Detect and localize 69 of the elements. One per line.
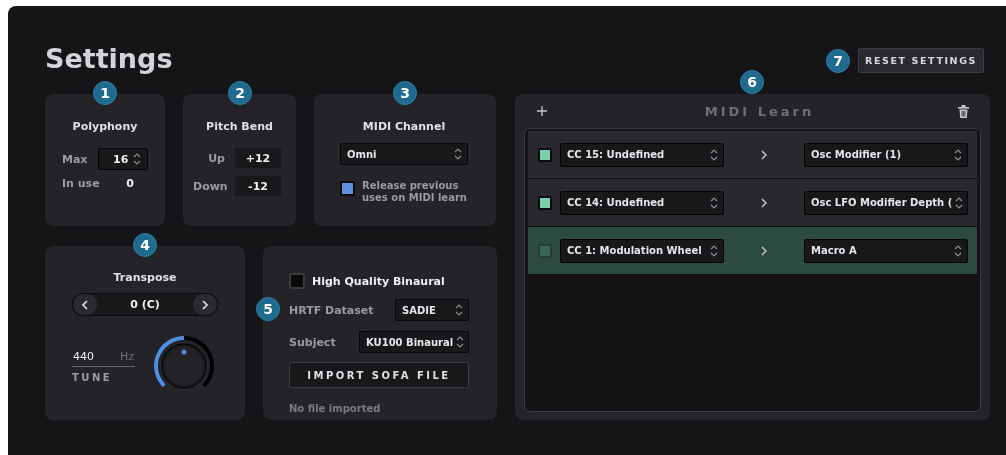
- tune-unit: Hz: [119, 350, 134, 363]
- panel-title: Transpose: [112, 271, 178, 284]
- updown-icon: [954, 148, 962, 161]
- bend-field[interactable]: -12: [235, 176, 281, 196]
- tune-value: 440: [73, 350, 94, 363]
- checkbox-label: High Quality Binaural: [312, 274, 445, 288]
- import-status: No file imported: [289, 403, 382, 414]
- panel-title: MIDI Learn: [704, 103, 815, 119]
- field-label: HRTF Dataset: [289, 303, 374, 317]
- checkbox[interactable]: [538, 195, 552, 210]
- mapping-row[interactable]: CC 1: Modulation Wheel Macro A: [528, 227, 977, 274]
- reset-settings-button[interactable]: RESET SETTINGS: [858, 48, 984, 73]
- dropdown[interactable]: KU100 Binaural: [359, 331, 469, 353]
- next-button[interactable]: [193, 294, 217, 315]
- bend-field[interactable]: +12: [235, 148, 281, 168]
- dropdown[interactable]: CC 1: Modulation Wheel: [560, 238, 724, 263]
- field-label: Subject: [289, 335, 336, 349]
- number-badge: 5: [256, 297, 280, 321]
- dropdown[interactable]: Macro A: [804, 238, 968, 263]
- checkbox[interactable]: [538, 147, 552, 162]
- checkbox[interactable]: [538, 243, 552, 258]
- tune-field[interactable]: 440 Hz: [72, 350, 135, 367]
- import-sofa-file-button[interactable]: IMPORT SOFA FILE: [289, 362, 469, 388]
- transpose-value: 0 (C): [129, 297, 161, 313]
- number-badge: 4: [133, 233, 157, 257]
- number-badge: 7: [826, 48, 851, 73]
- field-label: Down: [193, 179, 225, 193]
- updown-icon: [955, 196, 964, 209]
- mapping-row[interactable]: CC 14: Undefined Osc LFO Modifier Depth (: [528, 179, 977, 226]
- updown-icon: [710, 148, 718, 161]
- dropdown[interactable]: Omni: [340, 143, 468, 165]
- updown-icon: [710, 196, 718, 209]
- checkbox-label: Release previous uses on MIDI learn: [362, 180, 468, 204]
- previous-icon: [82, 299, 88, 310]
- chevron-right-icon: [761, 245, 767, 256]
- number-badge: 1: [93, 81, 117, 105]
- number-badge: 2: [228, 81, 252, 105]
- updown-icon: [133, 153, 141, 165]
- add-icon[interactable]: [537, 106, 547, 116]
- field-label: In use: [62, 177, 100, 190]
- updown-icon: [954, 244, 962, 257]
- trash-icon[interactable]: [958, 104, 969, 118]
- checkbox[interactable]: [340, 181, 355, 196]
- checkbox[interactable]: [289, 273, 305, 289]
- dropdown[interactable]: CC 14: Undefined: [560, 190, 724, 215]
- updown-icon: [455, 304, 463, 316]
- updown-icon: [710, 244, 718, 257]
- tune-label: TUNE: [72, 372, 114, 383]
- in-use-value: 0: [126, 177, 134, 190]
- mapping-row[interactable]: CC 15: Undefined Osc Modifier (1): [528, 131, 977, 178]
- dropdown[interactable]: Osc Modifier (1): [804, 142, 968, 167]
- number-badge: 3: [393, 81, 417, 105]
- number-badge: 6: [740, 70, 764, 94]
- panel-title: MIDI Channel: [361, 120, 447, 133]
- polyphony-max-field[interactable]: 16: [98, 148, 148, 170]
- panel-title: Polyphony: [71, 120, 139, 133]
- previous-button[interactable]: [73, 294, 97, 315]
- dropdown[interactable]: Osc LFO Modifier Depth (: [804, 190, 968, 215]
- updown-icon: [454, 148, 462, 160]
- field-label: Up: [207, 151, 225, 165]
- updown-icon: [456, 336, 465, 348]
- next-icon: [202, 299, 208, 310]
- chevron-right-icon: [761, 197, 767, 208]
- page-title: Settings: [45, 43, 173, 74]
- panel-title: Pitch Bend: [205, 120, 274, 133]
- dropdown[interactable]: CC 15: Undefined: [560, 142, 724, 167]
- dropdown[interactable]: SADIE: [395, 299, 469, 321]
- chevron-right-icon: [761, 149, 767, 160]
- field-label: Max: [62, 152, 88, 166]
